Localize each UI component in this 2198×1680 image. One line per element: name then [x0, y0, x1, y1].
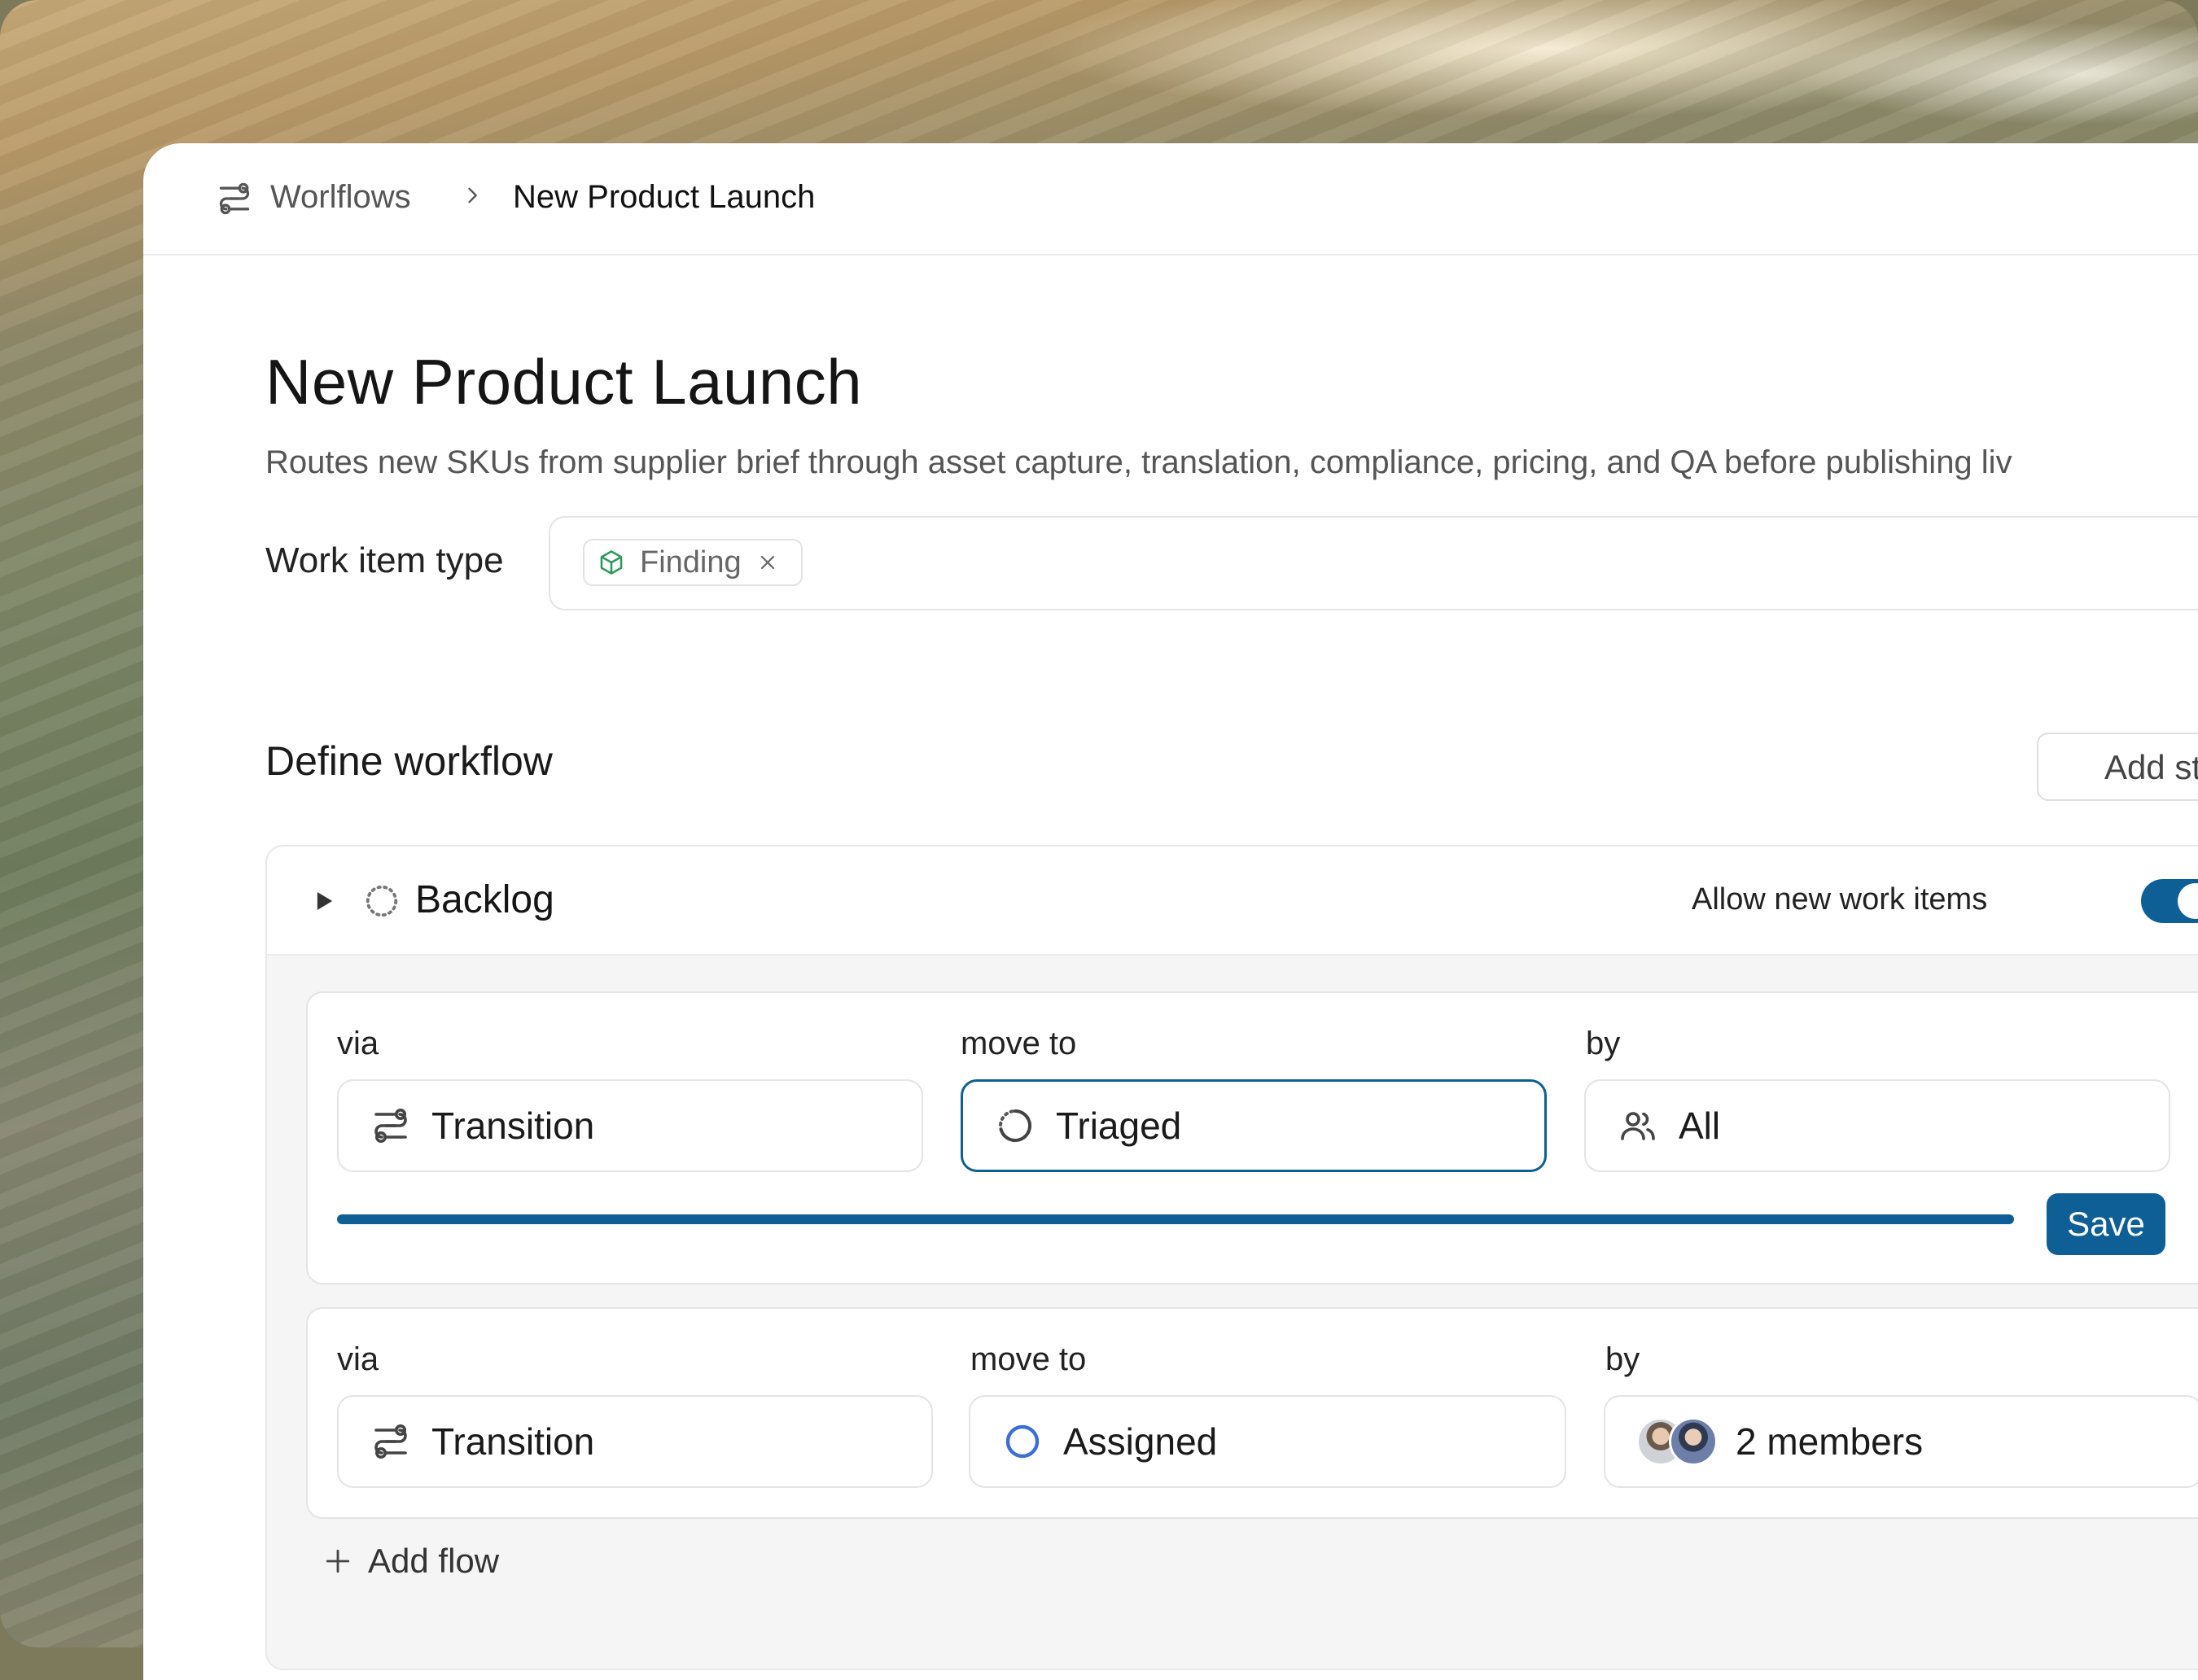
via-label: via — [337, 1026, 379, 1061]
add-state-button[interactable]: Add stat — [2037, 733, 2198, 801]
by-label: by — [1586, 1026, 1621, 1061]
move-to-label: move to — [961, 1026, 1077, 1061]
by-value: All — [1679, 1105, 1721, 1147]
state-header[interactable]: Backlog Allow new work items — [267, 847, 2198, 956]
by-label: by — [1605, 1341, 1640, 1377]
plus-icon — [326, 1549, 350, 1573]
state-card-backlog: Backlog Allow new work items via move to… — [265, 845, 2198, 1670]
state-name: Backlog — [415, 878, 554, 921]
move-to-select[interactable]: Assigned — [969, 1395, 1566, 1488]
breadcrumb-current: New Product Launch — [513, 179, 816, 215]
chip-label: Finding — [640, 545, 742, 580]
add-flow-label: Add flow — [368, 1542, 500, 1580]
move-to-value: Assigned — [1063, 1420, 1218, 1463]
triaged-partial-circle-icon — [999, 1109, 1032, 1142]
move-to-value: Triaged — [1056, 1105, 1182, 1147]
member-avatars — [1636, 1417, 1718, 1466]
flow-row: via move to by Transition Assigned 2 mem… — [306, 1307, 2198, 1519]
by-select[interactable]: All — [1584, 1079, 2170, 1172]
via-value: Transition — [431, 1105, 595, 1147]
define-workflow-title: Define workflow — [265, 738, 553, 784]
via-label: via — [337, 1341, 379, 1377]
work-item-type-label: Work item type — [265, 540, 504, 580]
allow-new-items-label: Allow new work items — [1692, 882, 1988, 917]
page-description: Routes new SKUs from supplier brief thro… — [265, 444, 2012, 480]
transition-icon — [374, 1424, 407, 1459]
move-to-label: move to — [970, 1341, 1087, 1377]
close-icon[interactable] — [758, 553, 777, 572]
cube-icon — [600, 550, 623, 575]
assigned-circle-icon — [1005, 1424, 1040, 1459]
top-bar: Worlflows New Product Launch — [143, 143, 2198, 256]
work-item-type-field[interactable]: Finding — [549, 516, 2198, 610]
page-title: New Product Launch — [265, 346, 863, 418]
users-icon — [1621, 1112, 1655, 1140]
save-button[interactable]: Save — [2047, 1193, 2165, 1255]
work-item-type-chip[interactable]: Finding — [583, 539, 803, 586]
caret-right-icon[interactable] — [316, 890, 334, 912]
avatar — [1669, 1417, 1718, 1466]
by-value: 2 members — [1736, 1420, 1924, 1463]
via-value: Transition — [431, 1420, 595, 1463]
move-to-select[interactable]: Triaged — [961, 1079, 1547, 1172]
by-select[interactable]: 2 members — [1604, 1395, 2198, 1488]
toggle-knob — [2178, 883, 2198, 919]
add-flow-button[interactable]: Add flow — [324, 1538, 499, 1584]
breadcrumb-root[interactable]: Worlflows — [270, 179, 411, 216]
via-select[interactable]: Transition — [337, 1079, 923, 1172]
backlog-dotted-circle-icon — [366, 885, 398, 917]
allow-new-items-toggle[interactable] — [2141, 879, 2198, 923]
workflow-icon — [219, 182, 250, 215]
via-select[interactable]: Transition — [337, 1395, 933, 1488]
transition-icon — [374, 1109, 407, 1143]
chevron-right-icon — [468, 187, 477, 203]
progress-bar — [337, 1214, 2014, 1224]
app-window: Worlflows New Product Launch New Product… — [143, 143, 2198, 1680]
flow-row: via move to by Transition Triaged All Sa… — [306, 991, 2198, 1284]
